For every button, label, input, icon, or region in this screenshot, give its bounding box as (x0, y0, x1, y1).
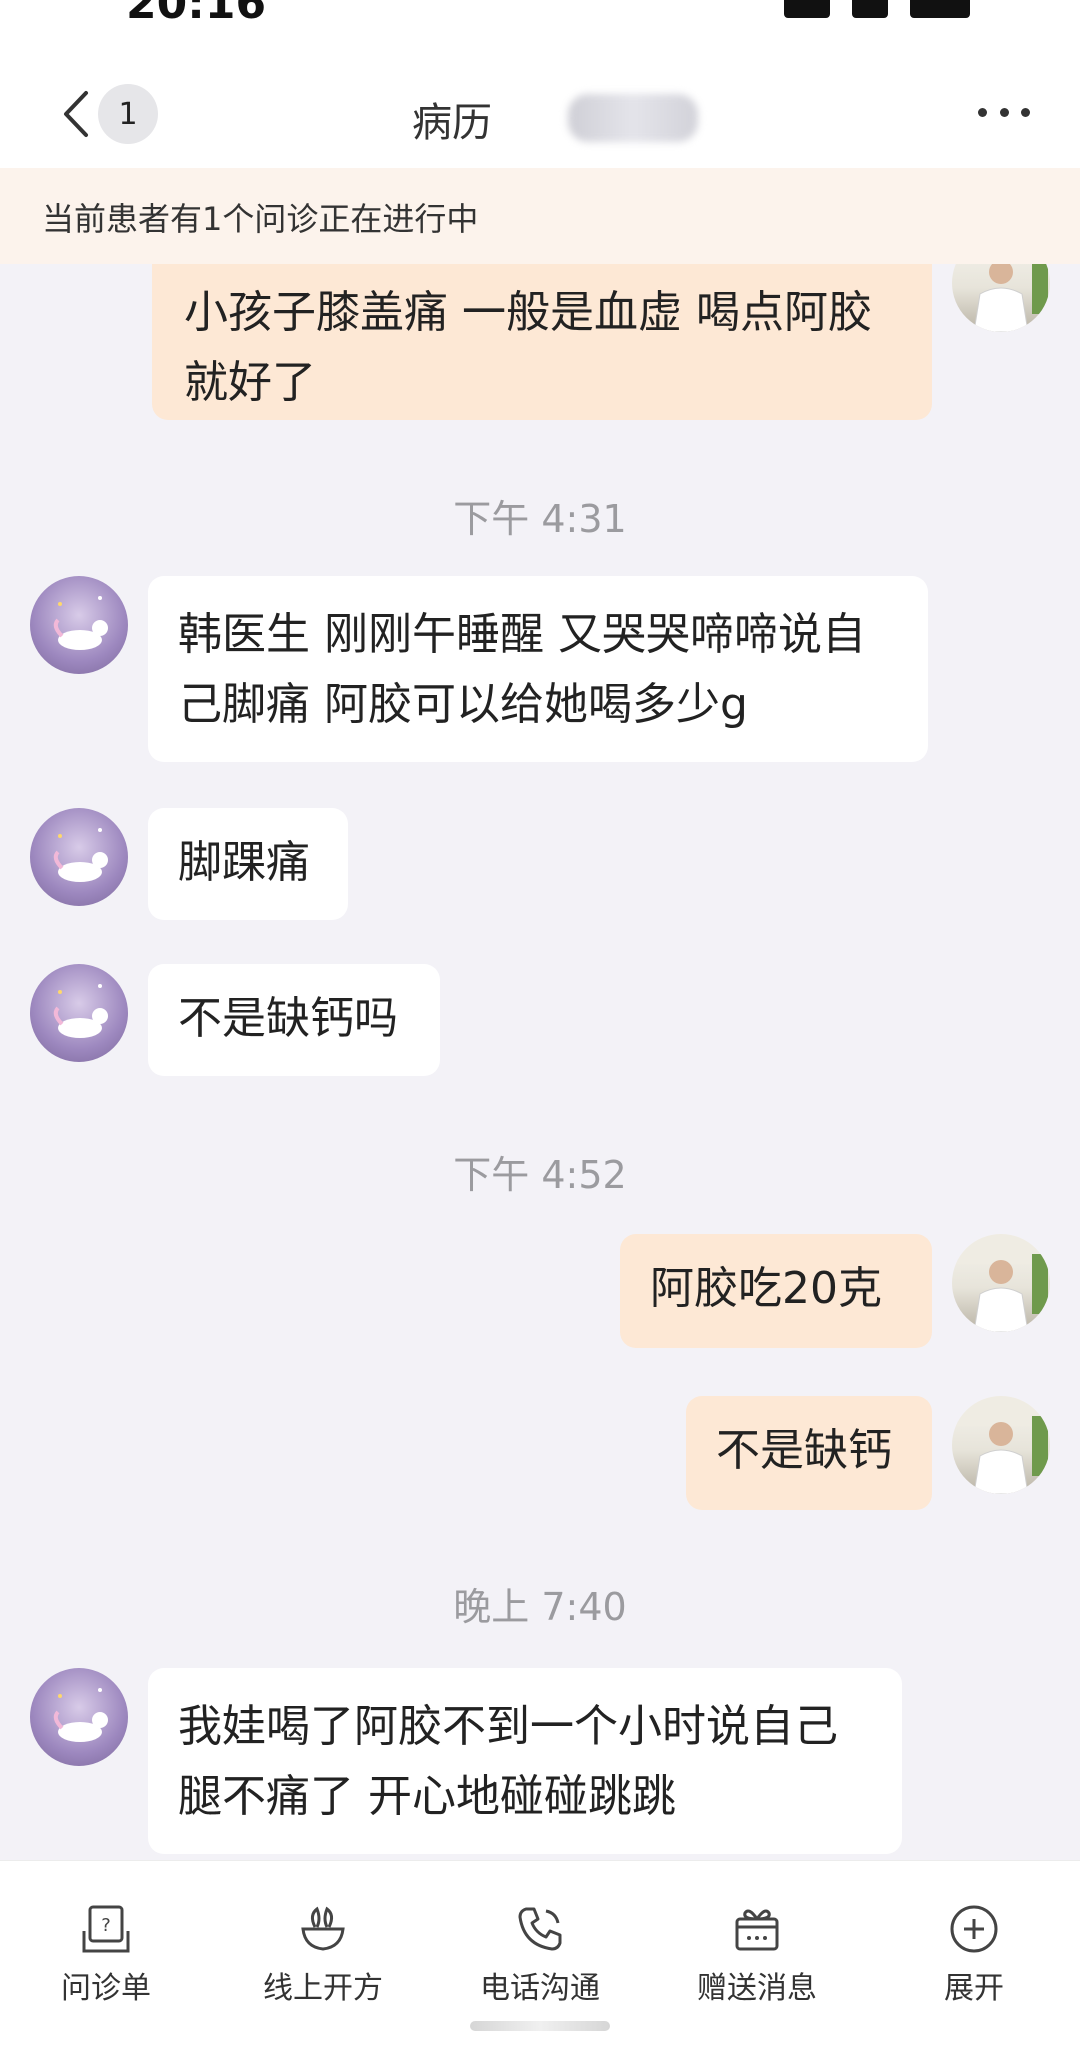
doctor-photo-icon (952, 1396, 1050, 1494)
more-options-button[interactable] (978, 100, 1030, 124)
status-bar: 20:16 (0, 0, 1080, 60)
questionnaire-button[interactable]: ? 问诊单 (16, 1901, 196, 2007)
patient-avatar[interactable] (30, 808, 128, 906)
message-text-line: 腿不痛了 开心地碰碰跳跳 (178, 1771, 676, 1822)
dot-icon (1021, 107, 1030, 117)
message-bubble-outgoing[interactable]: 不是缺钙 (686, 1396, 932, 1510)
message-text-line: 就好了 (184, 357, 316, 408)
timestamp: 下午 4:52 (453, 1153, 627, 1197)
signal-icon (784, 0, 830, 18)
dot-icon (978, 107, 987, 117)
unicorn-icon (53, 984, 108, 1038)
gift-icon (735, 1909, 779, 1951)
online-prescription-button[interactable]: 线上开方 (233, 1901, 413, 2007)
message-bubble-incoming[interactable]: 脚踝痛 (148, 808, 348, 920)
toolbar-label: 问诊单 (61, 1971, 151, 2006)
tab-medical-record[interactable]: 病历 (412, 90, 492, 148)
tab-patient-name-blurred[interactable] (568, 94, 698, 142)
bottom-toolbar: ? 问诊单 线上开方 电话沟通 赠送消息 展开 (0, 1860, 1080, 2048)
chat-area[interactable]: 小孩子膝盖痛 一般是血虚 喝点阿胶 就好了 下午 4:31 韩医生 刚刚午睡醒 … (0, 264, 1080, 1860)
consultation-notice-banner[interactable]: 当前患者有1个问诊正在进行中 (0, 168, 1080, 264)
timestamp: 下午 4:31 (453, 497, 627, 541)
unicorn-icon (53, 828, 108, 882)
unicorn-icon (53, 596, 108, 650)
unread-badge: 1 (98, 84, 158, 144)
back-button[interactable]: 1 (60, 82, 158, 146)
svg-text:?: ? (101, 1915, 111, 1936)
herb-bowl-icon (301, 1906, 345, 1951)
message-bubble-outgoing[interactable]: 阿胶吃20克 (620, 1234, 932, 1348)
message-bubble-incoming[interactable]: 我娃喝了阿胶不到一个小时说自己 腿不痛了 开心地碰碰跳跳 (148, 1668, 902, 1854)
expand-button[interactable]: 展开 (884, 1901, 1064, 2007)
doctor-photo-icon (973, 264, 1048, 332)
message-bubble-incoming[interactable]: 韩医生 刚刚午睡醒 又哭哭啼啼说自 己脚痛 阿胶可以给她喝多少g (148, 576, 928, 762)
message-text-line: 我娃喝了阿胶不到一个小时说自己 (178, 1701, 838, 1752)
message-text-line: 己脚痛 阿胶可以给她喝多少g (178, 679, 748, 730)
timestamp: 晚上 7:40 (453, 1585, 627, 1629)
message-bubble-incoming[interactable]: 不是缺钙吗 (148, 964, 440, 1076)
message-text-line: 小孩子膝盖痛 一般是血虚 喝点阿胶 (184, 287, 872, 338)
unicorn-icon (53, 1688, 108, 1742)
nav-bar: 1 病历 (0, 60, 1080, 214)
home-indicator[interactable] (470, 2021, 610, 2031)
message-text: 不是缺钙吗 (178, 993, 398, 1044)
gift-messages-button[interactable]: 赠送消息 (667, 1901, 847, 2007)
status-icons (784, 0, 970, 18)
doctor-avatar[interactable] (952, 1396, 1050, 1494)
dot-icon (999, 107, 1009, 117)
patient-avatar[interactable] (30, 576, 128, 674)
battery-icon (910, 0, 970, 18)
toolbar-label: 赠送消息 (697, 1971, 817, 2006)
phone-call-button[interactable]: 电话沟通 (450, 1901, 630, 2007)
questionnaire-icon: ? (82, 1905, 130, 1953)
doctor-avatar[interactable] (952, 1234, 1050, 1332)
chevron-left-icon (64, 91, 88, 137)
message-text: 脚踝痛 (178, 837, 310, 888)
doctor-photo-icon (952, 1234, 1050, 1332)
toolbar-label: 线上开方 (263, 1971, 383, 2006)
message-text: 阿胶吃20克 (650, 1263, 882, 1314)
phone-icon (518, 1907, 562, 1951)
patient-avatar[interactable] (30, 1668, 128, 1766)
message-bubble-outgoing[interactable]: 小孩子膝盖痛 一般是血虚 喝点阿胶 就好了 (152, 264, 932, 420)
toolbar-label: 展开 (944, 1971, 1004, 2006)
toolbar-label: 电话沟通 (480, 1971, 600, 2006)
patient-avatar[interactable] (30, 964, 128, 1062)
plus-circle-icon (950, 1905, 998, 1953)
message-text: 不是缺钙 (716, 1425, 892, 1476)
notice-text: 当前患者有1个问诊正在进行中 (42, 200, 479, 238)
status-time: 20:16 (126, 0, 267, 29)
message-text-line: 韩医生 刚刚午睡醒 又哭哭啼啼说自 (178, 609, 866, 660)
wifi-icon (852, 0, 888, 18)
doctor-avatar[interactable] (952, 264, 1050, 332)
